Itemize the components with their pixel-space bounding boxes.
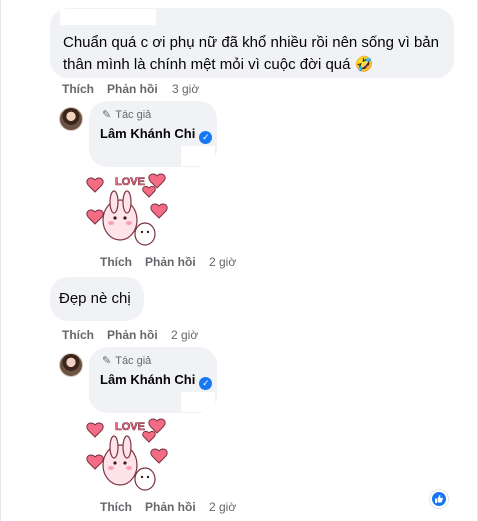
like-link[interactable]: Thích — [62, 328, 94, 342]
comment-text: Chuẩn quá c ơi phụ nữ đã khổ nhiều rồi n… — [63, 34, 439, 73]
comment-thread: Chuẩn quá c ơi phụ nữ đã khổ nhiều rồi n… — [0, 0, 478, 521]
verified-badge-icon: ✓ — [199, 377, 213, 390]
like-link[interactable]: Thích — [100, 255, 132, 269]
redacted-area — [181, 392, 215, 412]
reply-bubble: ✎ Tác giả Lâm Khánh Chi ✓ — [89, 101, 217, 167]
like-reaction-badge[interactable] — [430, 490, 448, 508]
like-link[interactable]: Thích — [100, 500, 132, 514]
author-badge: ✎ Tác giả — [102, 109, 152, 121]
author-name[interactable]: Lâm Khánh Chi ✓ — [100, 126, 213, 144]
reply-time[interactable]: 2 giờ — [209, 500, 236, 514]
comment-time[interactable]: 2 giờ — [171, 328, 198, 342]
pencil-icon: ✎ — [102, 355, 112, 367]
comment-time[interactable]: 3 giờ — [172, 82, 199, 96]
verified-badge-icon: ✓ — [199, 131, 213, 144]
love-bunny-sticker: LOVE — [86, 173, 168, 246]
thumbs-up-icon — [435, 495, 443, 503]
author-name[interactable]: Lâm Khánh Chi ✓ — [100, 372, 213, 390]
author-badge: ✎ Tác giả — [102, 355, 152, 367]
avatar[interactable] — [59, 353, 83, 377]
redacted-name — [60, 9, 156, 25]
pencil-icon: ✎ — [102, 109, 112, 121]
reply-time[interactable]: 2 giờ — [209, 255, 236, 269]
reply-link[interactable]: Phản hồi — [107, 82, 158, 96]
svg-text:LOVE: LOVE — [115, 421, 145, 433]
comment-bubble: Chuẩn quá c ơi phụ nữ đã khổ nhiều rồi n… — [50, 8, 454, 78]
redacted-area — [181, 146, 215, 166]
reply-link[interactable]: Phản hồi — [145, 500, 196, 514]
reply-link[interactable]: Phản hồi — [145, 255, 196, 269]
svg-text:LOVE: LOVE — [115, 176, 145, 188]
avatar[interactable] — [59, 107, 83, 131]
love-bunny-sticker: LOVE — [86, 418, 168, 491]
comment-bubble: Đẹp nè chị — [50, 277, 144, 321]
comment-text: Đẹp nè chị — [59, 290, 131, 307]
reply-link[interactable]: Phản hồi — [107, 328, 158, 342]
reply-bubble: ✎ Tác giả Lâm Khánh Chi ✓ — [89, 347, 217, 413]
like-link[interactable]: Thích — [62, 82, 94, 96]
